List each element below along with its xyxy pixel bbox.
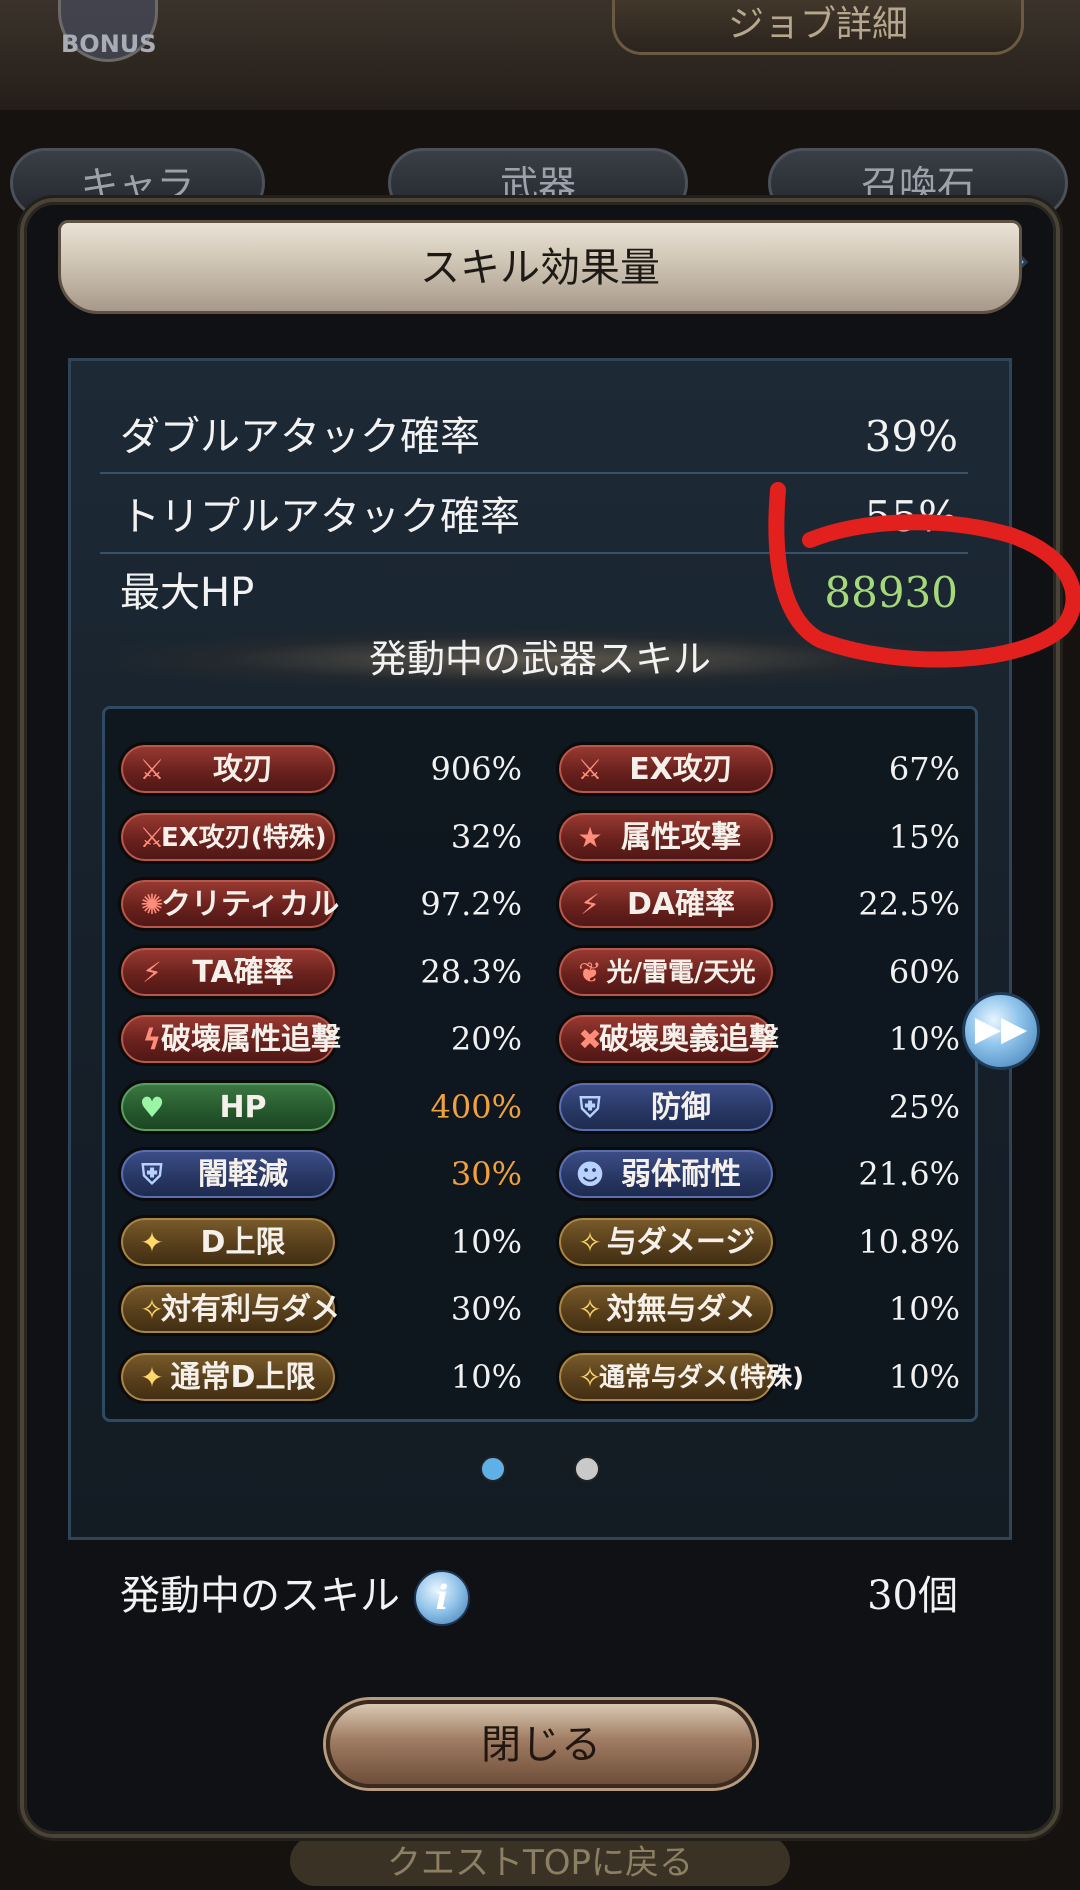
annotation-circle [768, 482, 1080, 668]
